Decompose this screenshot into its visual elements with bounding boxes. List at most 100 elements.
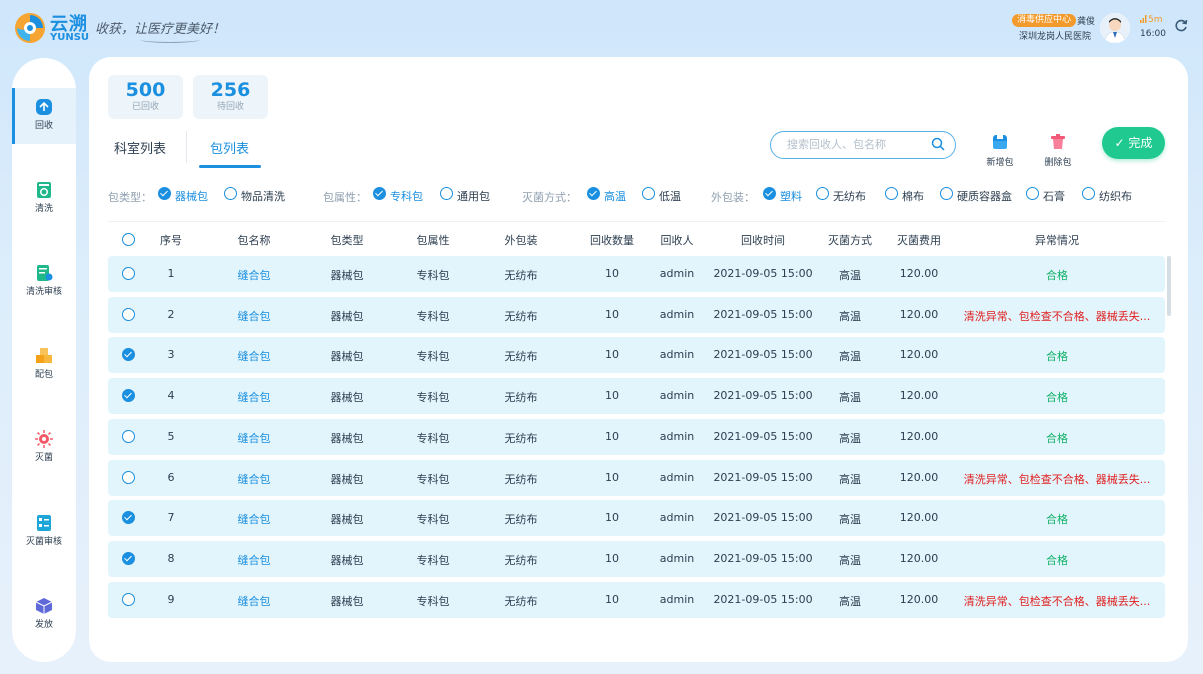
table-row[interactable]: 3 缝合包 器械包 专科包 无纺布 10 admin 2021-09-05 15:00 高温 12… <box>108 337 1165 374</box>
signal-indicator: 5m <box>1140 15 1163 25</box>
quantity-cell: 10 <box>605 307 619 321</box>
done-button[interactable]: ✓ 完成 <box>1102 127 1165 159</box>
quantity-cell: 10 <box>605 592 619 606</box>
radio-icon <box>440 187 453 200</box>
quantity-cell: 10 <box>605 348 619 362</box>
column-header: 异常情况 <box>1035 234 1079 247</box>
table-row[interactable]: 7 缝合包 器械包 专科包 无纺布 10 admin 2021-09-05 15:00 高温 12… <box>108 500 1165 537</box>
pack-icon <box>36 348 52 363</box>
collector-cell: admin <box>659 511 695 525</box>
row-index: 6 <box>167 470 175 484</box>
sidebar-item-sterilize-audit[interactable]: 灭菌审核 <box>12 504 76 560</box>
table-row[interactable]: 9 缝合包 器械包 专科包 无纺布 10 admin 2021-09-05 15:00 高温 12… <box>108 581 1165 618</box>
table-row[interactable]: 1 缝合包 器械包 专科包 无纺布 10 admin 2021-09-05 15:00 高温 12… <box>108 256 1165 292</box>
quantity-cell: 10 <box>605 551 619 565</box>
add-pack-button[interactable]: 新增包 <box>980 133 1020 168</box>
collect-time-cell: 2021-09-05 15:00 <box>713 511 813 525</box>
row-checkbox-checked[interactable] <box>122 389 135 403</box>
table-row[interactable]: 6 缝合包 器械包 专科包 无纺布 10 admin 2021-09-05 15:00 高温 12… <box>108 459 1165 496</box>
sidebar-item-label: 发放 <box>34 620 53 630</box>
slogan: 收获，让医疗更美好！ <box>95 22 226 37</box>
pack-name-link[interactable]: 缝合包 <box>238 267 271 283</box>
table-row[interactable]: 8 缝合包 器械包 专科包 无纺布 10 admin 2021-09-05 15:00 高温 12… <box>108 540 1165 577</box>
wrap-cell: 无纺布 <box>504 472 538 486</box>
row-checkbox[interactable] <box>122 307 135 321</box>
delete-pack-label: 删除包 <box>1044 158 1072 168</box>
avatar[interactable] <box>1100 13 1130 43</box>
column-header: 回收数量 <box>590 234 634 247</box>
sidebar-item-label: 清洗 <box>34 204 53 214</box>
filter-label-sterilize: 灭菌方式： <box>522 191 577 204</box>
tab-pack-list[interactable]: 包列表 <box>210 138 249 157</box>
sidebar-item-sterilize[interactable]: 灭菌 <box>12 420 76 476</box>
row-checkbox[interactable] <box>122 267 135 280</box>
search-icon[interactable] <box>931 137 945 151</box>
pack-type-cell: 器械包 <box>330 553 364 567</box>
select-all-checkbox[interactable] <box>122 233 135 246</box>
slogan-underline <box>140 36 200 43</box>
collect-time-cell: 2021-09-05 15:00 <box>713 307 813 321</box>
sterilize-method-cell: 高温 <box>839 513 861 527</box>
wrap-cell: 无纺布 <box>504 513 538 527</box>
collector-cell: admin <box>659 348 695 362</box>
abnormal-status-cell: 合格 <box>1046 391 1068 405</box>
row-checkbox[interactable] <box>122 470 135 484</box>
radio-checked-icon <box>373 187 386 200</box>
table-row[interactable]: 5 缝合包 器械包 专科包 无纺布 10 admin 2021-09-05 15:00 高温 12… <box>108 418 1165 455</box>
signal-text: 5m <box>1148 15 1163 25</box>
filter-option-text: 纺织布 <box>1099 190 1132 203</box>
column-header: 灭菌方式 <box>828 234 872 247</box>
search-box[interactable] <box>770 131 956 159</box>
pack-name-link[interactable]: 缝合包 <box>238 348 271 364</box>
sterilize-method-cell: 高温 <box>839 391 861 405</box>
wrap-cell: 无纺布 <box>504 350 538 364</box>
quantity-cell: 10 <box>605 429 619 443</box>
column-header: 包名称 <box>237 234 271 247</box>
row-checkbox[interactable] <box>122 429 135 443</box>
pack-attr-cell: 专科包 <box>416 513 450 527</box>
brand-name-en: YUNSU <box>50 32 90 43</box>
row-checkbox-checked[interactable] <box>122 551 135 565</box>
sterilize-fee-cell: 120.00 <box>899 592 939 606</box>
pack-name-link[interactable]: 缝合包 <box>238 308 271 324</box>
collector-cell: admin <box>659 307 695 321</box>
filter-label-pack-attr: 包属性： <box>323 191 367 204</box>
collector-cell: admin <box>659 267 695 280</box>
user-avatar-icon <box>1100 13 1130 43</box>
pack-name-link[interactable]: 缝合包 <box>238 552 271 568</box>
sidebar-item-pack[interactable]: 配包 <box>12 337 76 393</box>
filter-bar: 包类型： 器械包 物品清洗 包属性： 专科包 通用包 灭菌方式： 高温 低温 外… <box>108 187 1168 205</box>
pack-name-link[interactable]: 缝合包 <box>238 430 271 446</box>
table-row[interactable]: 2 缝合包 器械包 专科包 无纺布 10 admin 2021-09-05 15:00 高温 12… <box>108 296 1165 333</box>
radio-icon <box>885 187 898 200</box>
row-checkbox-checked[interactable] <box>122 348 135 362</box>
filter-option-text: 石膏 <box>1043 190 1065 203</box>
sidebar-item-dispatch[interactable]: 发放 <box>12 587 76 643</box>
stat-label: 待回收 <box>216 102 244 112</box>
delete-pack-button[interactable]: 删除包 <box>1038 133 1078 168</box>
sidebar-item-recycle[interactable]: 回收 <box>12 88 76 144</box>
abnormal-status-cell: 合格 <box>1046 269 1068 282</box>
scrollbar[interactable] <box>1167 256 1171 316</box>
abnormal-status-cell: 清洗异常、包检查不合格、器械丢失... <box>963 472 1151 486</box>
sidebar-item-wash[interactable]: 清洗 <box>12 171 76 227</box>
table-row[interactable]: 4 缝合包 器械包 专科包 无纺布 10 admin 2021-09-05 15:00 高温 12… <box>108 378 1165 415</box>
pack-name-link[interactable]: 缝合包 <box>238 593 271 609</box>
tab-department-list[interactable]: 科室列表 <box>114 138 166 157</box>
pack-name-link[interactable]: 缝合包 <box>238 389 271 405</box>
pack-name-link[interactable]: 缝合包 <box>238 471 271 487</box>
filter-option-text: 低温 <box>659 190 681 203</box>
search-input[interactable] <box>785 137 929 152</box>
sidebar-item-label: 回收 <box>34 121 53 131</box>
row-checkbox-checked[interactable] <box>122 511 135 525</box>
refresh-icon[interactable] <box>1174 18 1188 37</box>
pack-attr-cell: 专科包 <box>416 391 450 405</box>
app-header: 云溯 YUNSU 收获，让医疗更美好！ 消毒供应中心 龚俊 深圳龙岗人民医院 5… <box>0 0 1203 56</box>
row-checkbox[interactable] <box>122 592 135 606</box>
pack-name-link[interactable]: 缝合包 <box>238 511 271 527</box>
sidebar-item-wash-audit[interactable]: 清洗审核 <box>12 254 76 310</box>
abnormal-status-cell: 合格 <box>1046 513 1068 527</box>
row-index: 1 <box>167 267 175 280</box>
collect-time-cell: 2021-09-05 15:00 <box>713 551 813 565</box>
filter-option-text: 塑料 <box>780 190 802 203</box>
